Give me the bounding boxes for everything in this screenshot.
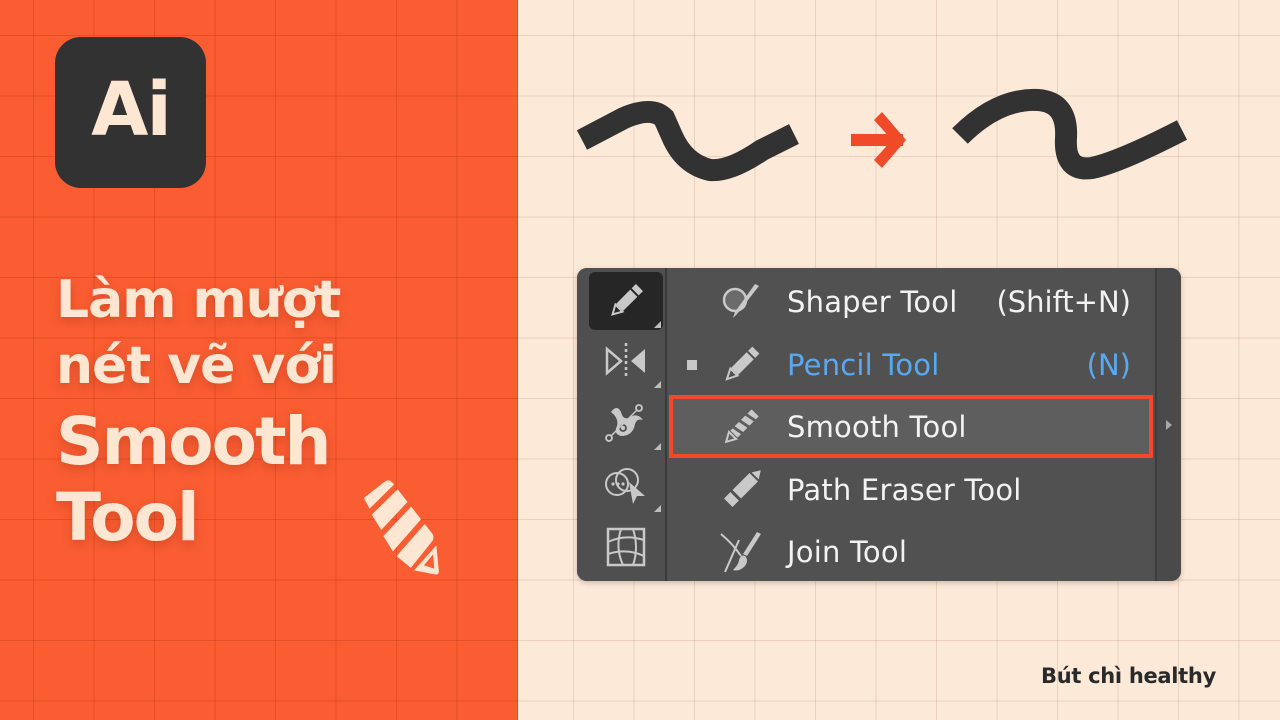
menu-item-pencil-tool[interactable]: Pencil Tool (N)	[669, 333, 1153, 396]
pencil-icon	[611, 284, 643, 316]
menu-item-label: Shaper Tool	[787, 284, 958, 319]
menu-item-smooth-tool[interactable]: Smooth Tool	[669, 395, 1153, 458]
join-icon	[720, 531, 761, 572]
tool-flyout-panel: Shaper Tool (Shift+N) Pencil Tool (N) Sm…	[577, 268, 1181, 581]
pencil-icon	[725, 346, 760, 381]
flyout-indicator	[654, 381, 661, 388]
headline-line-1: Làm mượt	[56, 270, 341, 330]
headline: Làm mượt nét vẽ với Smooth Tool	[56, 266, 341, 556]
menu-item-join-tool[interactable]: Join Tool	[669, 520, 1153, 581]
current-tool-indicator	[687, 359, 697, 370]
menu-item-shortcut: (Shift+N)	[996, 284, 1131, 319]
reflect-icon	[605, 343, 645, 379]
headline-line-4: Tool	[56, 479, 200, 556]
menu-item-label: Join Tool	[787, 534, 908, 569]
tool-menu-list: Shaper Tool (Shift+N) Pencil Tool (N) Sm…	[669, 268, 1153, 581]
pencil-tool-button[interactable]	[589, 272, 663, 330]
rough-stroke-illustration	[576, 101, 799, 182]
menu-item-label: Path Eraser Tool	[787, 472, 1022, 507]
shape-builder-tool-button[interactable]	[589, 456, 663, 514]
menu-item-shaper-tool[interactable]: Shaper Tool (Shift+N)	[669, 270, 1153, 333]
menu-item-label: Pencil Tool	[787, 347, 940, 382]
logo-text: Ai	[91, 66, 172, 153]
mesh-tool-button[interactable]	[589, 518, 663, 576]
chevron-right-icon	[1166, 420, 1172, 430]
flyout-indicator	[654, 321, 661, 328]
menu-item-label: Smooth Tool	[787, 409, 967, 444]
menu-item-path-eraser-tool[interactable]: Path Eraser Tool	[669, 458, 1153, 521]
mesh-icon	[606, 527, 646, 567]
toolbar-column	[577, 268, 667, 581]
shaper-icon	[722, 283, 759, 318]
channel-credit: Bút chì healthy	[1041, 664, 1216, 688]
flyout-indicator	[654, 505, 661, 512]
smooth-stroke-illustration	[952, 88, 1188, 180]
menu-item-shortcut: (N)	[1086, 347, 1131, 382]
smooth-pencil-icon	[363, 480, 439, 575]
reflect-tool-button[interactable]	[589, 332, 663, 390]
puppet-warp-icon	[605, 404, 643, 442]
flyout-indicator	[654, 443, 661, 450]
puppet-warp-tool-button[interactable]	[589, 394, 663, 452]
smooth-icon	[724, 408, 759, 443]
headline-line-2: nét vẽ với	[56, 336, 337, 396]
headline-line-3: Smooth	[56, 403, 332, 480]
adobe-illustrator-logo: Ai	[55, 37, 206, 188]
arrow-right-icon	[851, 112, 906, 168]
flyout-tearoff-strip[interactable]	[1155, 268, 1181, 581]
shape-builder-icon	[605, 468, 645, 504]
path-eraser-icon	[724, 469, 761, 507]
